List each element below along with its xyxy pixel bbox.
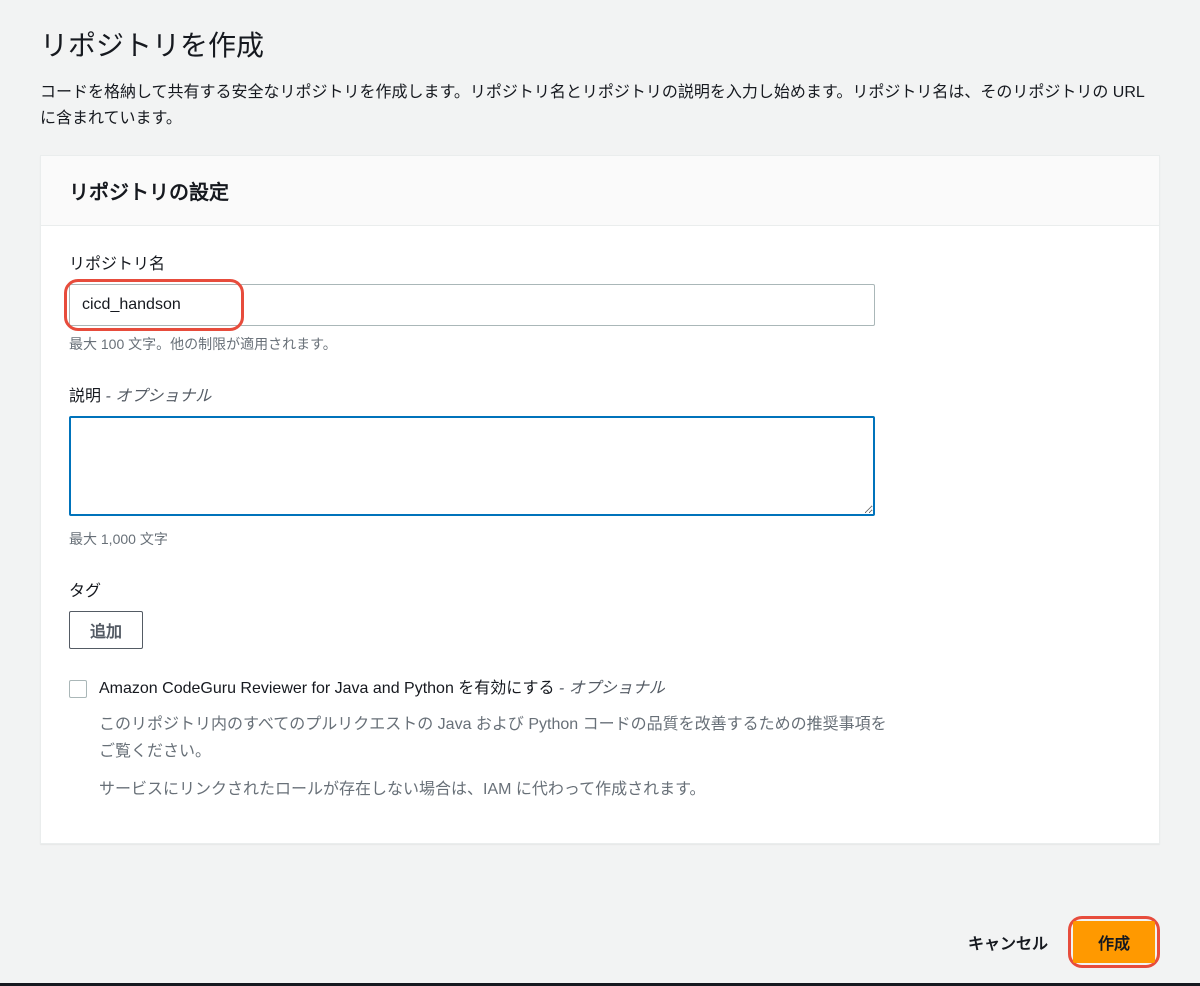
create-button[interactable]: 作成: [1073, 921, 1155, 963]
description-optional: - オプショナル: [101, 388, 211, 405]
panel-title: リポジトリの設定: [69, 176, 1131, 205]
footer-actions: キャンセル 作成: [964, 916, 1160, 968]
panel-header: リポジトリの設定: [41, 156, 1159, 226]
description-textarea[interactable]: [69, 416, 875, 516]
page-description: コードを格納して共有する安全なリポジトリを作成します。リポジトリ名とリポジトリの…: [40, 80, 1160, 131]
add-tag-button[interactable]: 追加: [69, 611, 143, 649]
settings-panel: リポジトリの設定 リポジトリ名 最大 100 文字。他の制限が適用されます。 説…: [40, 155, 1160, 844]
description-label: 説明 - オプショナル: [69, 382, 1131, 406]
create-button-highlight: 作成: [1068, 916, 1160, 968]
description-label-text: 説明: [69, 388, 101, 405]
repo-name-help: 最大 100 文字。他の制限が適用されます。: [69, 334, 1131, 354]
cancel-button[interactable]: キャンセル: [964, 922, 1052, 962]
codeguru-label: Amazon CodeGuru Reviewer for Java and Py…: [99, 677, 889, 701]
codeguru-desc-2: サービスにリンクされたロールが存在しない場合は、IAM に代わって作成されます。: [99, 776, 889, 803]
tags-label: タグ: [69, 577, 1131, 601]
repo-name-label: リポジトリ名: [69, 250, 1131, 274]
description-help: 最大 1,000 文字: [69, 529, 1131, 549]
codeguru-label-text: Amazon CodeGuru Reviewer for Java and Py…: [99, 680, 554, 697]
codeguru-desc-1: このリポジトリ内のすべてのプルリクエストの Java および Python コー…: [99, 711, 889, 765]
codeguru-checkbox[interactable]: [69, 680, 87, 698]
page-title: リポジトリを作成: [40, 24, 1160, 64]
repo-name-input[interactable]: [69, 284, 875, 326]
codeguru-optional: - オプショナル: [554, 680, 664, 697]
